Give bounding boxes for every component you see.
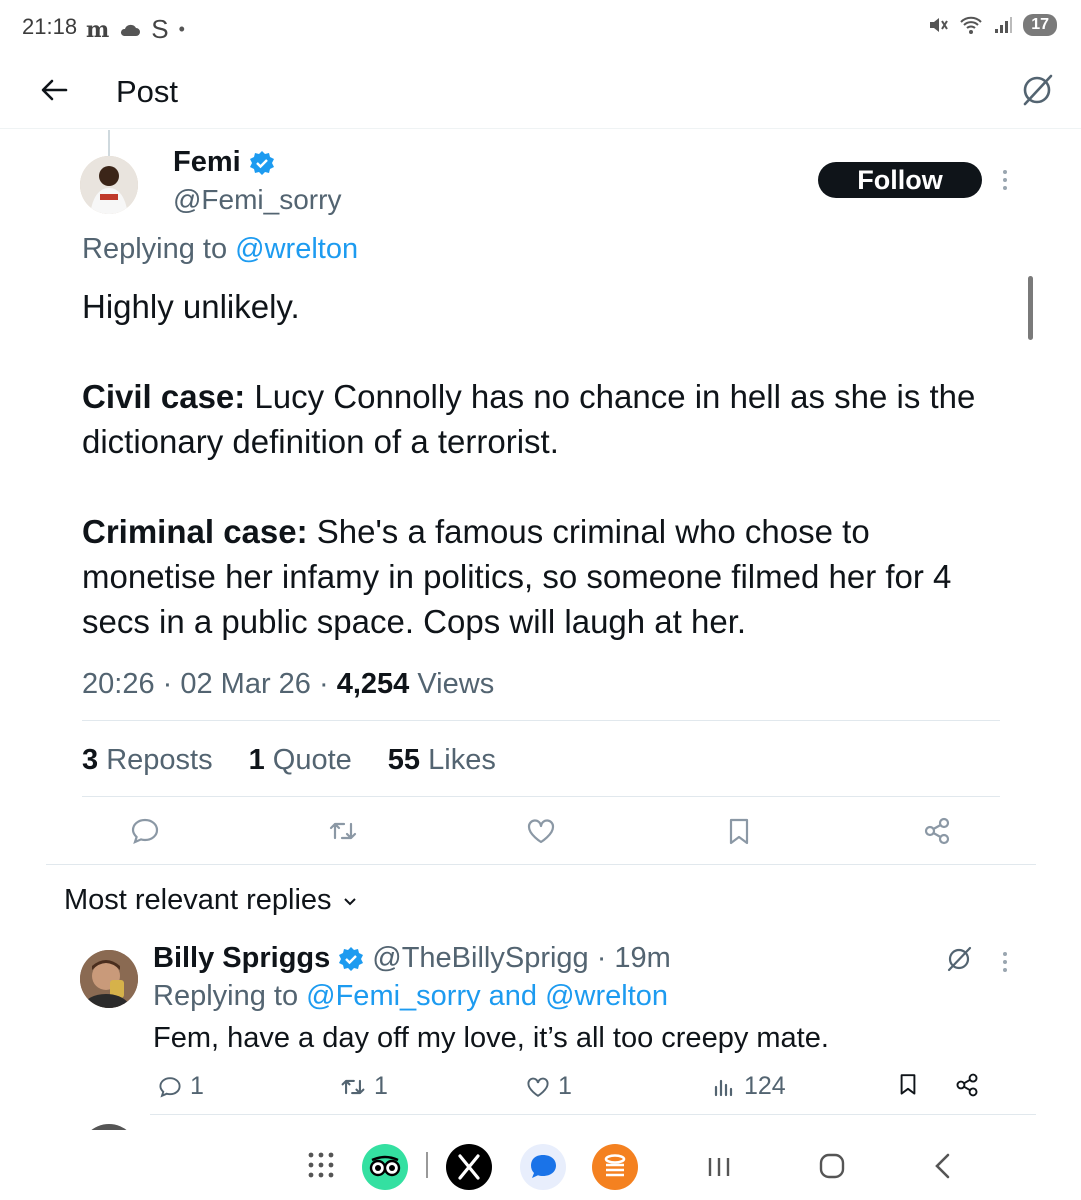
chevron-down-icon: [342, 893, 358, 909]
likes-count: 55: [387, 744, 421, 776]
repost-icon: [340, 1074, 366, 1100]
reply-icon: [158, 1075, 182, 1099]
s-app-icon: S: [151, 14, 169, 44]
grok-icon[interactable]: [944, 944, 974, 974]
reply-author-name[interactable]: Billy Spriggs: [153, 942, 330, 975]
reply-author-handle[interactable]: @TheBillySprigg: [372, 942, 588, 975]
more-options-icon[interactable]: [996, 948, 1014, 976]
quotes-count: 1: [248, 744, 265, 776]
cloud-icon: [119, 22, 141, 38]
mute-icon: [927, 14, 949, 36]
post-time: 20:26: [82, 668, 155, 700]
reply-repost-button[interactable]: 1: [340, 1072, 388, 1101]
post-meta: 20:26 · 02 Mar 26 · 4,254 Views: [82, 668, 495, 700]
civil-paragraph: Civil case: Lucy Connolly has no chance …: [82, 374, 982, 464]
verified-badge-icon: [249, 150, 275, 176]
divider: [150, 1114, 1036, 1115]
replies-sort-label: Most relevant replies: [64, 884, 332, 916]
reply-replying-to: Replying to @Femi_sorry and @wrelton: [153, 980, 668, 1013]
reply-text: Fem, have a day off my love, it’s all to…: [153, 1022, 829, 1054]
share-icon[interactable]: [922, 816, 952, 846]
scrollbar[interactable]: [1028, 276, 1033, 340]
signal-icon: [993, 15, 1013, 35]
follow-button[interactable]: Follow: [818, 162, 982, 198]
reposts-label: Reposts: [106, 744, 213, 776]
post-date: 02 Mar 26: [180, 668, 311, 700]
author-name[interactable]: Femi: [173, 146, 275, 179]
author-handle[interactable]: @Femi_sorry: [173, 184, 341, 216]
nav-back-icon[interactable]: [930, 1152, 956, 1180]
reply-icon[interactable]: [130, 816, 160, 846]
replying-prefix: Replying to: [82, 233, 228, 265]
page-title: Post: [116, 74, 179, 109]
recent-apps-icon[interactable]: [706, 1154, 732, 1180]
reply-header: Billy Spriggs @TheBillySprigg · 19m: [153, 942, 671, 975]
replying-to: Replying to @wrelton: [82, 233, 358, 266]
replying-to-link[interactable]: @Femi_sorry and @wrelton: [306, 980, 668, 1012]
reply-reply-count: 1: [190, 1072, 204, 1100]
status-time: 21:18: [22, 14, 78, 39]
reply-like-count: 1: [558, 1072, 572, 1100]
reply-age: 19m: [614, 942, 671, 974]
bookmark-icon[interactable]: [896, 1072, 920, 1096]
thread-connector: [108, 130, 110, 156]
like-icon: [526, 1075, 550, 1099]
status-system-icons: 17: [927, 14, 1057, 36]
reposts-stat[interactable]: 3 Reposts: [82, 744, 213, 777]
views-count: 4,254: [336, 668, 410, 700]
home-icon[interactable]: [818, 1152, 846, 1180]
reply-reply-button[interactable]: 1: [158, 1072, 204, 1101]
quotes-stat[interactable]: 1 Quote: [249, 744, 352, 777]
replying-prefix: Replying to: [153, 980, 299, 1012]
share-icon[interactable]: [954, 1072, 980, 1098]
reply-views-button[interactable]: 124: [712, 1072, 786, 1101]
views-icon: [712, 1075, 736, 1099]
tripadvisor-icon[interactable]: [362, 1144, 408, 1190]
likes-label: Likes: [428, 744, 496, 776]
replying-to-link[interactable]: @wrelton: [235, 233, 358, 265]
views-label: Views: [417, 668, 495, 700]
battery-badge: 17: [1023, 14, 1057, 36]
grok-icon[interactable]: [1019, 72, 1055, 108]
divider: [46, 864, 1036, 865]
dot-icon: •: [178, 19, 185, 39]
x-icon[interactable]: [446, 1144, 492, 1190]
mail-m-icon: m: [86, 16, 110, 43]
post-stats: 3 Reposts 1 Quote 55 Likes: [82, 744, 496, 777]
post-body: Highly unlikely. Civil case: Lucy Connol…: [82, 284, 982, 644]
reply-like-button[interactable]: 1: [526, 1072, 572, 1101]
stack-app-icon[interactable]: [592, 1144, 638, 1190]
divider: [82, 796, 1000, 797]
separator-dot: ·: [596, 942, 607, 974]
more-options-icon[interactable]: [996, 166, 1014, 196]
divider: [82, 720, 1000, 721]
messages-icon[interactable]: [520, 1144, 566, 1190]
repost-icon[interactable]: [328, 816, 358, 846]
header-divider: [0, 128, 1081, 129]
criminal-label: Criminal case:: [82, 513, 308, 550]
likes-stat[interactable]: 55 Likes: [388, 744, 496, 777]
grid-icon[interactable]: [306, 1150, 336, 1180]
avatar[interactable]: [80, 950, 138, 1008]
reply-repost-count: 1: [374, 1072, 388, 1100]
post-line-1: Highly unlikely.: [82, 288, 300, 325]
bookmark-icon[interactable]: [724, 816, 754, 846]
verified-badge-icon: [338, 946, 364, 972]
dock-divider: [426, 1152, 428, 1178]
reposts-count: 3: [82, 744, 99, 776]
quotes-label: Quote: [272, 744, 352, 776]
criminal-paragraph: Criminal case: She's a famous criminal w…: [82, 509, 982, 644]
like-icon[interactable]: [526, 816, 556, 846]
civil-label: Civil case:: [82, 378, 246, 415]
status-notification-icons: m S •: [86, 14, 185, 45]
author-name-text: Femi: [173, 146, 241, 178]
wifi-icon: [959, 15, 983, 35]
replies-sort-dropdown[interactable]: Most relevant replies: [64, 884, 358, 917]
avatar[interactable]: [80, 156, 138, 214]
reply-views-count: 124: [744, 1072, 786, 1100]
back-arrow-icon[interactable]: [36, 72, 72, 108]
